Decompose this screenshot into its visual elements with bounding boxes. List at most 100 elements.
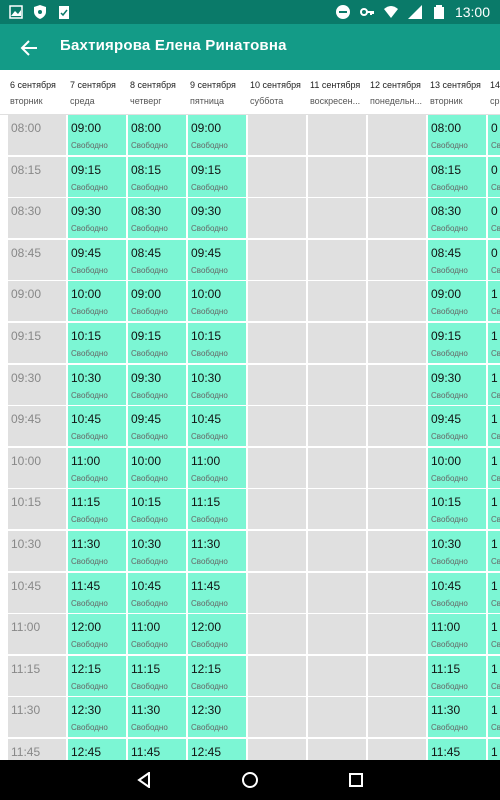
day-date: 11 сентября (310, 80, 361, 90)
free-slot[interactable]: 1Свободно (488, 655, 500, 696)
free-slot[interactable]: 08:15 Свободно (428, 156, 486, 197)
day-header: 7 сентября среда (68, 70, 128, 114)
free-slot[interactable]: 11:15 Свободно (428, 655, 486, 696)
free-slot[interactable]: 08:30 Свободно (428, 198, 486, 239)
free-slot[interactable]: 10:00 Свободно (68, 281, 126, 322)
slot-time: 12:15 (191, 661, 222, 676)
free-slot[interactable]: 1Свободно (488, 489, 500, 530)
free-slot[interactable]: 09:30 Свободно (428, 364, 486, 405)
free-slot[interactable]: 12:45Свободно (188, 739, 246, 760)
free-slot[interactable]: 09:45 Свободно (68, 239, 126, 280)
free-slot[interactable]: 11:45Свободно (68, 572, 126, 613)
free-slot[interactable]: 08:30 Свободно (128, 198, 186, 239)
free-slot[interactable]: 1Свободно (488, 364, 500, 405)
free-slot[interactable]: 09:00 Свободно (428, 281, 486, 322)
slot-time: 09:15 (71, 162, 102, 177)
free-slot[interactable]: 11:45Свободно (188, 572, 246, 613)
free-slot[interactable]: 1Свободно (488, 739, 500, 760)
free-slot[interactable]: 10:15 Свободно (188, 323, 246, 363)
free-slot[interactable]: 11:45Свободно (128, 739, 186, 760)
free-slot[interactable]: 10:00 Свободно (188, 281, 246, 322)
slot-time: 10:30 (71, 370, 102, 385)
free-slot[interactable]: 11:15 Свободно (68, 489, 126, 530)
free-slot[interactable]: 0 Свободно (488, 198, 500, 239)
time-label: 09:15 (11, 329, 42, 343)
free-slot[interactable]: 1Свободно (488, 697, 500, 738)
free-slot[interactable]: 10:30 Свободно (68, 364, 126, 405)
free-slot[interactable]: 0 Свободно (488, 115, 500, 155)
free-slot[interactable]: 08:00 Свободно (128, 115, 186, 155)
free-slot[interactable]: 10:00 Свободно (128, 447, 186, 488)
free-slot[interactable]: 08:45 Свободно (128, 239, 186, 280)
free-slot[interactable]: 11:15 Свободно (188, 489, 246, 530)
free-slot[interactable]: 1Свободно (488, 281, 500, 322)
free-slot[interactable]: 10:15 Свободно (428, 489, 486, 530)
free-slot[interactable]: 1Свободно (488, 447, 500, 488)
free-slot[interactable]: 10:15 Свободно (68, 323, 126, 363)
free-slot[interactable]: 12:30 Свободно (68, 697, 126, 738)
free-slot[interactable]: 09:45 Свободно (128, 406, 186, 447)
free-slot[interactable]: 09:30 Свободно (68, 198, 126, 239)
free-slot[interactable]: 09:00 Свободно (128, 281, 186, 322)
free-slot[interactable]: 09:00 Свободно (188, 115, 246, 155)
free-slot[interactable]: 10:45 Свободно (68, 406, 126, 447)
free-slot[interactable]: 1Свободно (488, 531, 500, 571)
free-slot[interactable]: 09:30 Свободно (188, 198, 246, 239)
slot-time: 09:30 (431, 370, 462, 385)
slot-status: Свободно (431, 598, 468, 608)
free-slot[interactable]: 11:00 Свободно (428, 614, 486, 655)
free-slot[interactable]: 10:00 Свободно (428, 447, 486, 488)
free-slot[interactable]: 1Свободно (488, 406, 500, 447)
empty-slot (368, 489, 426, 530)
free-slot[interactable]: 11:30 Свободно (128, 697, 186, 738)
free-slot[interactable]: 08:15 Свободно (128, 156, 186, 197)
free-slot[interactable]: 12:00 Свободно (68, 614, 126, 655)
schedule-grid[interactable]: 08:00 09:00 Свободно 08:00 Свободно 09:00 Своб… (0, 115, 500, 760)
free-slot[interactable]: 11:00 Свободно (68, 447, 126, 488)
free-slot[interactable]: 09:45 Свободно (428, 406, 486, 447)
free-slot[interactable]: 0 Свободно (488, 239, 500, 280)
free-slot[interactable]: 12:45Свободно (68, 739, 126, 760)
free-slot[interactable]: 09:30 Свободно (128, 364, 186, 405)
free-slot[interactable]: 11:00 Свободно (128, 614, 186, 655)
free-slot[interactable]: 12:15 Свободно (188, 655, 246, 696)
free-slot[interactable]: 1Свободно (488, 323, 500, 363)
time-label-cell: 11:15 (8, 655, 66, 696)
nav-back-button[interactable] (130, 766, 158, 794)
free-slot[interactable]: 10:45 Свободно (128, 572, 186, 613)
free-slot[interactable]: 08:45 Свободно (428, 239, 486, 280)
time-label: 11:00 (11, 620, 41, 635)
slot-status: Свободно (431, 307, 468, 317)
free-slot[interactable]: 10:15 Свободно (128, 489, 186, 530)
free-slot[interactable]: 1Свободно (488, 614, 500, 655)
free-slot[interactable]: 09:15 Свободно (68, 156, 126, 197)
free-slot[interactable]: 12:15 Свободно (68, 655, 126, 696)
free-slot[interactable]: 11:30 Свободно (428, 697, 486, 738)
free-slot[interactable]: 0 Свободно (488, 156, 500, 197)
free-slot[interactable]: 12:30 Свободно (188, 697, 246, 738)
free-slot[interactable]: 08:00 Свободно (428, 115, 486, 155)
free-slot[interactable]: 10:45 Свободно (188, 406, 246, 447)
free-slot[interactable]: 11:30 Свободно (188, 531, 246, 571)
free-slot[interactable]: 09:15 Свободно (128, 323, 186, 363)
free-slot[interactable]: 09:45 Свободно (188, 239, 246, 280)
free-slot[interactable]: 09:00 Свободно (68, 115, 126, 155)
free-slot[interactable]: 11:15 Свободно (128, 655, 186, 696)
free-slot[interactable]: 11:00 Свободно (188, 447, 246, 488)
free-slot[interactable]: 09:15 Свободно (428, 323, 486, 363)
free-slot[interactable]: 1Свободно (488, 572, 500, 613)
free-slot[interactable]: 10:30 Свободно (188, 364, 246, 405)
free-slot[interactable]: 10:30 Свободно (128, 531, 186, 571)
slot-time: 08:45 (431, 245, 462, 260)
back-button[interactable] (16, 35, 42, 61)
nav-recents-button[interactable] (342, 766, 370, 794)
free-slot[interactable]: 10:45 Свободно (428, 572, 486, 613)
free-slot[interactable]: 10:30 Свободно (428, 531, 486, 571)
free-slot[interactable]: 11:45Свободно (428, 739, 486, 760)
free-slot[interactable]: 09:15 Свободно (188, 156, 246, 197)
time-label: 11:15 (11, 661, 41, 676)
free-slot[interactable]: 12:00 Свободно (188, 614, 246, 655)
nav-home-button[interactable] (236, 766, 264, 794)
free-slot[interactable]: 11:30 Свободно (68, 531, 126, 571)
empty-slot (248, 239, 306, 280)
